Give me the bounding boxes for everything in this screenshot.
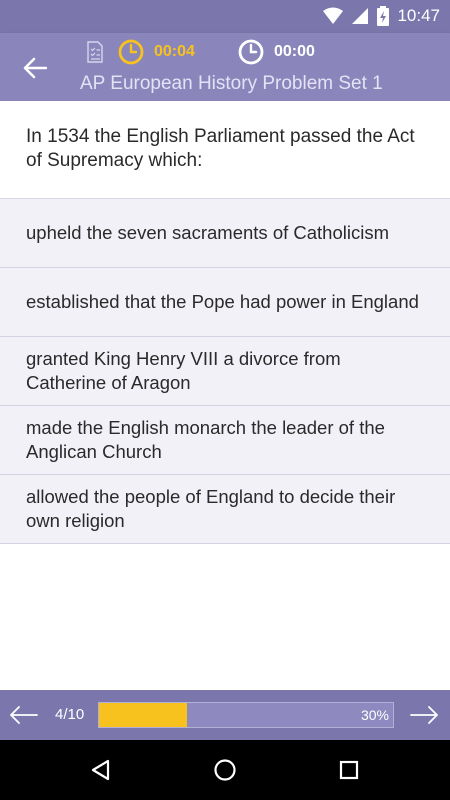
home-circle-icon [214, 759, 236, 781]
question-text: In 1534 the English Parliament passed th… [0, 101, 450, 199]
answer-label: granted King Henry VIII a divorce from C… [26, 348, 341, 393]
status-time: 10:47 [397, 6, 440, 25]
answer-sheet-icon[interactable] [86, 41, 104, 63]
battery-icon [377, 6, 390, 26]
app-bar: 00:04 00:00 AP European History Problem … [0, 33, 450, 101]
elapsed-timer: 00:04 [154, 43, 195, 60]
system-back-button[interactable] [86, 755, 116, 785]
answer-option-4[interactable]: made the English monarch the leader of t… [0, 406, 450, 475]
system-recents-button[interactable] [334, 755, 364, 785]
right-arrow-icon [410, 706, 438, 724]
answer-label: made the English monarch the leader of t… [26, 417, 385, 462]
answer-option-3[interactable]: granted King Henry VIII a divorce from C… [0, 337, 450, 406]
wifi-icon [323, 7, 344, 24]
progress-percent: 30% [360, 707, 389, 723]
progress-fill [99, 703, 188, 727]
progress-track: 30% [98, 702, 394, 728]
left-arrow-icon [10, 706, 38, 724]
page-title: AP European History Problem Set 1 [80, 73, 383, 94]
back-arrow-icon [23, 57, 47, 79]
back-button[interactable] [20, 53, 50, 83]
answer-list: upheld the seven sacraments of Catholici… [0, 199, 450, 544]
answer-option-2[interactable]: established that the Pope had power in E… [0, 268, 450, 337]
answer-option-5[interactable]: allowed the people of England to decide … [0, 475, 450, 544]
status-icons: 10:47 [323, 6, 440, 26]
next-question-button[interactable] [410, 702, 440, 728]
total-timer: 00:00 [274, 43, 315, 60]
answer-label: allowed the people of England to decide … [26, 486, 396, 531]
system-nav-bar [0, 740, 450, 800]
timer-row: 00:04 00:00 [86, 39, 315, 65]
progress-footer: 4/10 30% [0, 690, 450, 740]
signal-icon [352, 8, 369, 24]
status-bar: 10:47 [0, 0, 450, 33]
answer-option-1[interactable]: upheld the seven sacraments of Catholici… [0, 199, 450, 268]
answer-label: upheld the seven sacraments of Catholici… [26, 222, 389, 243]
back-triangle-icon [91, 759, 110, 781]
recents-square-icon [339, 760, 359, 780]
clock-icon [238, 39, 264, 65]
stopwatch-icon [118, 39, 144, 65]
question-counter: 4/10 [55, 706, 85, 723]
previous-question-button[interactable] [10, 702, 40, 728]
system-home-button[interactable] [210, 755, 240, 785]
answer-label: established that the Pope had power in E… [26, 291, 419, 312]
